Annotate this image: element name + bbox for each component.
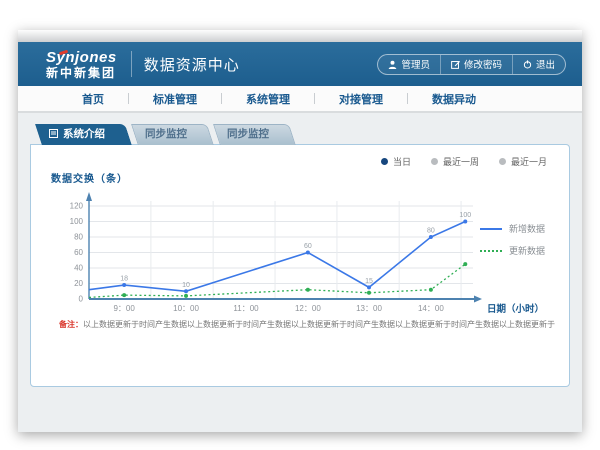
solid-line-icon [480, 228, 502, 230]
power-icon [523, 60, 532, 69]
tab-sync-monitor-2[interactable]: 同步监控 [213, 124, 289, 145]
header-divider [131, 51, 132, 77]
radio-option-last-month[interactable]: 最近一月 [499, 155, 547, 168]
page-top-strip [18, 30, 582, 42]
radio-dot-icon [499, 158, 506, 165]
svg-text:9：00: 9：00 [113, 304, 135, 313]
svg-text:14：00: 14：00 [418, 304, 444, 313]
svg-text:80: 80 [74, 233, 83, 242]
dotted-line-icon [480, 250, 502, 252]
svg-text:10: 10 [182, 282, 190, 289]
content-area: 系统介绍 同步监控 同步监控 当日 最近一周 [18, 113, 582, 387]
svg-text:80: 80 [427, 228, 435, 235]
svg-text:120: 120 [70, 202, 84, 211]
nav-item-system-mgmt[interactable]: 系统管理 [222, 91, 314, 107]
y-axis-title: 数据交换（条） [51, 170, 569, 185]
footnote: 备注：以上数据更新于时间产生数据以上数据更新于时间产生数据以上数据更新于时间产生… [59, 319, 569, 330]
svg-text:15: 15 [365, 278, 373, 285]
page: Synjones 新中新集团 数据资源中心 管理员 修改密码 退出 [18, 30, 582, 432]
radio-option-last-week[interactable]: 最近一周 [431, 155, 479, 168]
time-range-radios: 当日 最近一周 最近一月 [31, 145, 569, 168]
brand-logo: Synjones 新中新集团 [46, 50, 117, 79]
svg-text:40: 40 [74, 264, 83, 273]
svg-text:10：00: 10：00 [173, 304, 199, 313]
edit-icon [451, 60, 460, 69]
svg-text:0: 0 [79, 295, 84, 304]
user-name-button[interactable]: 管理员 [378, 55, 440, 74]
logout-button[interactable]: 退出 [512, 55, 565, 74]
tab-bar: 系统介绍 同步监控 同步监控 [30, 123, 570, 145]
svg-text:20: 20 [74, 279, 83, 288]
tab-sync-monitor-1[interactable]: 同步监控 [131, 124, 207, 145]
nav-item-home[interactable]: 首页 [58, 91, 128, 107]
main-nav: 首页 标准管理 系统管理 对接管理 数据异动 [18, 86, 582, 113]
svg-text:60: 60 [74, 248, 83, 257]
user-icon [388, 60, 397, 69]
svg-text:60: 60 [304, 243, 312, 250]
svg-text:12：00: 12：00 [295, 304, 321, 313]
logo-text-en: Synjones [46, 50, 117, 65]
legend-item-new-data[interactable]: 新增数据 [480, 222, 545, 235]
tab-system-intro[interactable]: 系统介绍 [35, 124, 125, 145]
svg-text:100: 100 [459, 212, 471, 219]
user-menu: 管理员 修改密码 退出 [377, 54, 566, 75]
radio-dot-icon [381, 158, 388, 165]
screen: Synjones 新中新集团 数据资源中心 管理员 修改密码 退出 [0, 0, 600, 450]
app-title: 数据资源中心 [144, 54, 240, 75]
radio-dot-icon [431, 158, 438, 165]
svg-text:11：00: 11：00 [233, 304, 259, 313]
radio-option-today[interactable]: 当日 [381, 155, 411, 168]
svg-text:18: 18 [120, 276, 128, 283]
nav-item-standard-mgmt[interactable]: 标准管理 [129, 91, 221, 107]
svg-text:日期（小时）: 日期（小时） [487, 303, 544, 315]
chart-panel: 当日 最近一周 最近一月 数据交换（条） 0 20 40 60 80 100 120 9：00… [30, 144, 570, 387]
chart-block: 数据交换（条） 0 20 40 60 80 100 120 9：00 10：00 11：00 12：… [31, 170, 569, 315]
legend-item-update-data[interactable]: 更新数据 [480, 244, 545, 257]
change-password-button[interactable]: 修改密码 [440, 55, 512, 74]
svg-text:13：00: 13：00 [356, 304, 382, 313]
svg-text:100: 100 [70, 217, 84, 226]
logo-text-cn: 新中新集团 [46, 67, 117, 79]
header: Synjones 新中新集团 数据资源中心 管理员 修改密码 退出 [18, 42, 582, 86]
document-icon [49, 129, 58, 138]
chart-legend: 新增数据 更新数据 [480, 222, 545, 257]
nav-item-interface-mgmt[interactable]: 对接管理 [315, 91, 407, 107]
nav-item-data-change[interactable]: 数据异动 [408, 91, 500, 107]
